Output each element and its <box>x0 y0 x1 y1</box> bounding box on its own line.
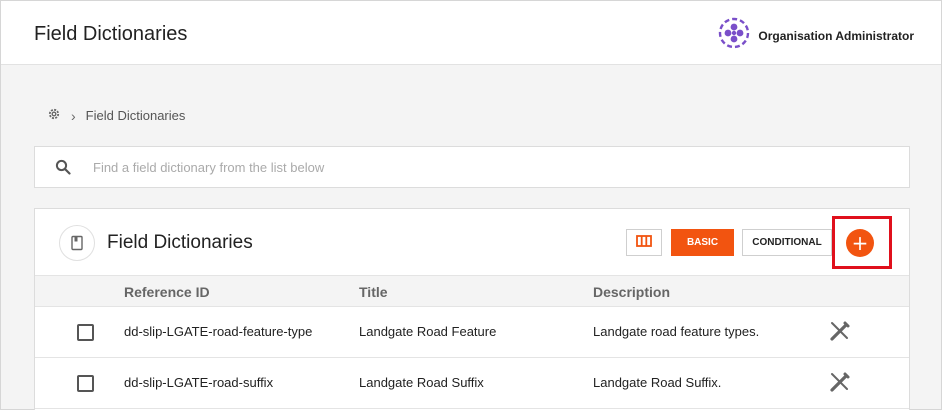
user-menu[interactable]: Organisation Administrator <box>718 17 914 54</box>
page-title: Field Dictionaries <box>34 23 188 45</box>
column-header-description[interactable]: Description <box>593 284 670 300</box>
book-icon <box>59 225 95 261</box>
table-row[interactable]: dd-slip-LGATE-road-suffix Landgate Road … <box>35 358 909 409</box>
column-header-reference-id[interactable]: Reference ID <box>124 284 210 300</box>
search-icon <box>53 157 73 177</box>
search-bar <box>34 146 910 188</box>
chevron-right-icon: › <box>71 107 76 124</box>
user-name: Organisation Administrator <box>758 28 914 43</box>
edit-icon[interactable] <box>828 370 852 394</box>
cell-description: Landgate road feature types. <box>593 324 760 339</box>
cell-title: Landgate Road Feature <box>359 324 497 339</box>
row-checkbox[interactable] <box>77 375 94 392</box>
columns-icon <box>636 235 652 250</box>
breadcrumb-current: Field Dictionaries <box>85 108 186 123</box>
search-input[interactable] <box>93 159 793 175</box>
edit-icon[interactable] <box>828 319 852 343</box>
gear-icon[interactable] <box>47 107 61 124</box>
breadcrumb: › Field Dictionaries <box>47 107 185 124</box>
conditional-filter-button[interactable]: CONDITIONAL <box>742 229 832 256</box>
cell-reference-id: dd-slip-LGATE-road-suffix <box>124 375 274 390</box>
cell-reference-id: dd-slip-LGATE-road-feature-type <box>124 324 313 339</box>
add-field-dictionary-button[interactable]: + <box>846 229 874 257</box>
panel-header: Field Dictionaries BASIC CONDITIONAL + <box>35 209 909 276</box>
table-header: Reference ID Title Description <box>35 276 909 307</box>
panel-title: Field Dictionaries <box>107 232 253 253</box>
cell-title: Landgate Road Suffix <box>359 375 484 390</box>
cell-description: Landgate Road Suffix. <box>593 375 722 390</box>
column-view-button[interactable] <box>626 229 662 256</box>
column-header-title[interactable]: Title <box>359 284 388 300</box>
basic-filter-button[interactable]: BASIC <box>671 229 734 256</box>
table-row[interactable]: dd-slip-LGATE-road-feature-type Landgate… <box>35 307 909 358</box>
field-dictionaries-panel: Field Dictionaries BASIC CONDITIONAL + R… <box>34 208 910 410</box>
row-checkbox[interactable] <box>77 324 94 341</box>
org-logo-icon <box>718 17 750 54</box>
top-bar: Field Dictionaries Organisation Administ… <box>1 1 941 65</box>
